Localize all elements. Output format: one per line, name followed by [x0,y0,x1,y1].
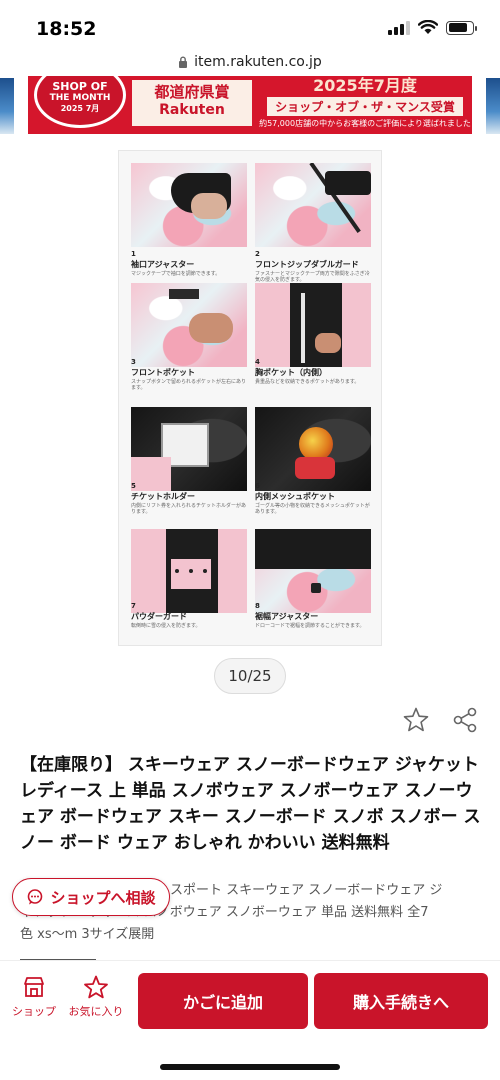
feature-title-6: 内側メッシュポケット [255,492,335,501]
feature-desc-1: マジックテープで袖口を調節できます。 [131,271,221,277]
product-image[interactable]: 1 袖口アジャスター マジックテープで袖口を調節できます。 2 フロントジップダ… [118,150,382,646]
award-date: 2025年7月度 [313,76,417,95]
feature-desc-5: 内側にリフト券を入れられるチケットホルダーがあります。 [131,503,247,515]
feature-desc-3: スナップボタンで留められるポケットが左右にあります。 [131,379,247,391]
share-icon[interactable] [452,706,478,734]
star-icon[interactable] [402,706,430,734]
award-note: 約57,000店舗の中からお客様のご評価により選ばれました [259,119,471,128]
address-bar[interactable]: item.rakuten.co.jp [0,48,500,76]
feature-num-4: 4 [255,358,260,366]
battery-icon [446,20,477,35]
feature-desc-2: ファスナーとマジックテープ両方で隙間をふさぎ冷気の侵入を防ぎます。 [255,271,370,283]
feature-num-8: 8 [255,602,260,610]
feature-title-8: 裾幅アジャスター [255,612,319,621]
adjacent-slide-left[interactable] [0,78,14,134]
award-title: 都道府県賞 [154,83,230,101]
consult-label: ショップへ相談 [50,888,156,907]
status-time: 18:52 [36,18,97,40]
award-headline: 2025年7月度 ショップ・オブ・ザ・マンス受賞 約57,000店舗の中からお客… [258,76,472,134]
feature-title-3: フロントポケット [131,368,195,377]
add-to-cart-button[interactable]: かごに追加 [138,973,308,1029]
bottom-action-bar: ショップ お気に入り かごに追加 購入手続きへ [0,960,500,1080]
feature-title-4: 胸ポケット（内側） [255,368,327,377]
wifi-icon [418,20,438,34]
badge-line1: SHOP OF [52,80,108,93]
status-bar: 18:52 [0,0,500,48]
shop-consult-button[interactable]: ショップへ相談 [12,878,170,916]
feature-photo-2 [255,163,371,247]
shop-label: ショップ [12,1005,56,1018]
adjacent-slide-right[interactable] [486,78,500,134]
home-indicator[interactable] [160,1064,340,1070]
feature-desc-7: 転倒時に雪の侵入を防ぎます。 [131,623,201,629]
shop-of-month-badge: SHOP OF THE MONTH 2025 7月 [34,76,126,128]
feature-num-3: 3 [131,358,136,366]
lock-icon [179,56,188,68]
product-subtitle-line3: 色 xs〜m 3サイズ展開 [20,927,155,942]
badge-line3: 2025 7月 [60,104,100,113]
feature-photo-4 [255,283,371,367]
shop-icon [24,977,44,997]
favorite-label: お気に入り [68,1005,124,1018]
feature-desc-8: ドローコードで裾幅を調節することができます。 [255,623,365,629]
award-label: 都道府県賞 Rakuten [132,80,252,126]
feature-photo-3 [131,283,247,367]
product-page: 18:52 item.rakuten.co.jp SHOP OF THE MON… [0,0,500,1080]
feature-photo-6 [255,407,371,491]
feature-title-1: 袖口アジャスター [131,260,195,269]
feature-num-7: 7 [131,602,136,610]
feature-photo-1 [131,163,247,247]
feature-num-1: 1 [131,250,136,258]
award-banner[interactable]: SHOP OF THE MONTH 2025 7月 都道府県賞 Rakuten … [28,76,472,134]
feature-title-2: フロントジップダブルガード [255,260,359,269]
status-icons [388,20,477,35]
feature-photo-8 [255,529,371,613]
feature-desc-4: 貴重品などを収納できるポケットがあります。 [255,379,360,385]
favorite-star-icon [84,975,108,999]
award-subhead: ショップ・オブ・ザ・マンス受賞 [267,97,463,116]
feature-photo-5 [131,407,247,491]
product-title: 【在庫限り】 スキーウェア スノーボードウェア ジャケット レディース 上 単品… [20,755,481,853]
shop-nav-button[interactable]: ショップ [4,975,64,1019]
feature-title-5: チケットホルダー [131,492,195,501]
image-page-indicator: 10/25 [214,658,286,694]
badge-line2: THE MONTH [49,93,111,103]
feature-photo-7 [131,529,247,613]
favorite-nav-button[interactable]: お気に入り [66,975,126,1019]
cellular-signal-icon [388,20,410,35]
url-text: item.rakuten.co.jp [194,54,322,70]
feature-num-2: 2 [255,250,260,258]
feature-num-5: 5 [131,482,136,490]
checkout-button[interactable]: 購入手続きへ [314,973,488,1029]
feature-desc-6: ゴーグル等の小物を収納できるメッシュポケットがあります。 [255,503,370,515]
feature-num-6: 6 [255,482,260,490]
chat-icon [28,889,43,905]
rakuten-logo: Rakuten [159,102,225,118]
feature-title-7: パウダーガード [131,612,187,621]
